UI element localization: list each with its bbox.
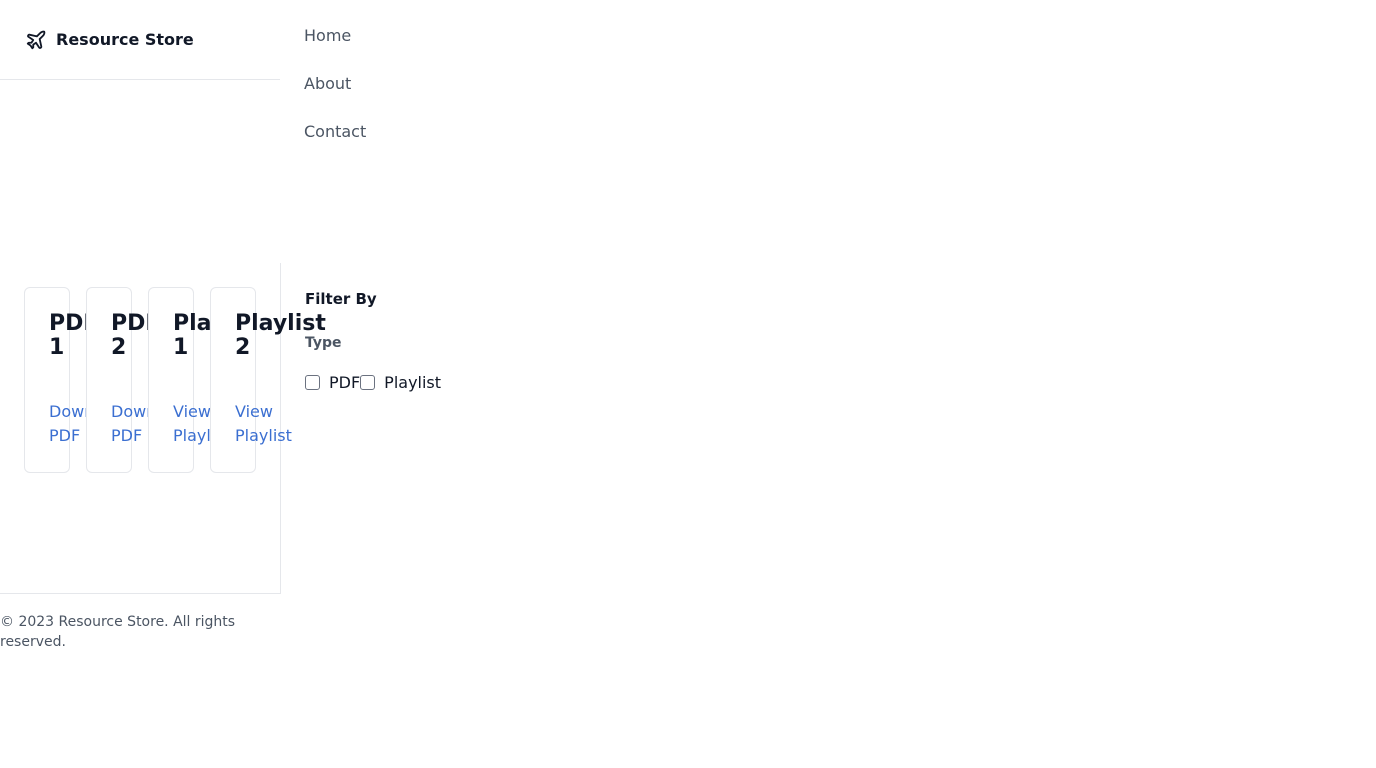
resource-card-playlist-1: Playlist 1 View Playlist [148, 287, 211, 473]
main-nav: Home About Contact [304, 24, 366, 168]
view-playlist-link[interactable]: View Playlist [235, 400, 315, 448]
filter-type-options: PDF Playlist [305, 373, 441, 392]
nav-item-home[interactable]: Home [304, 24, 366, 72]
resources-grid: PDF 1 Download PDF PDF 2 Download PDF Pl… [0, 263, 326, 594]
filter-type-label: Type [305, 335, 342, 351]
filter-option-label: PDF [329, 373, 361, 392]
nav-item-contact[interactable]: Contact [304, 120, 366, 168]
card-title: PDF 2 [111, 311, 149, 360]
filter-panel: Filter By Type PDF Playlist [305, 289, 441, 392]
playlist-checkbox[interactable] [360, 375, 376, 390]
pdf-checkbox[interactable] [305, 375, 320, 390]
brand-name[interactable]: Resource Store [56, 30, 194, 49]
footer: © 2023 Resource Store. All rights reserv… [0, 612, 260, 652]
filter-title: Filter By [305, 290, 377, 308]
airplane-icon [25, 29, 47, 51]
view-playlist-link[interactable]: View Playlist [173, 400, 211, 448]
copyright-text: © 2023 Resource Store. All rights reserv… [0, 614, 236, 650]
filter-option-playlist[interactable]: Playlist [360, 373, 441, 392]
filter-option-label: Playlist [384, 373, 442, 392]
card-title: Playlist 1 [173, 311, 211, 360]
nav-item-about[interactable]: About [304, 72, 366, 120]
resource-card-playlist-2: Playlist 2 View Playlist [210, 287, 326, 473]
download-pdf-link[interactable]: Download PDF [111, 400, 149, 448]
resource-card-pdf-2: PDF 2 Download PDF [86, 287, 149, 473]
download-pdf-link[interactable]: Download PDF [49, 400, 87, 448]
filter-option-pdf[interactable]: PDF [305, 373, 360, 392]
card-title: PDF 1 [49, 311, 87, 360]
brand-header: Resource Store [0, 0, 280, 80]
resource-card-pdf-1: PDF 1 Download PDF [24, 287, 87, 473]
